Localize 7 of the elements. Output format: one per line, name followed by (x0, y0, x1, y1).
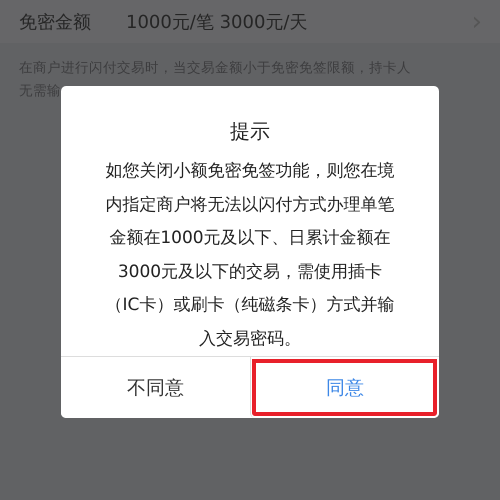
settings-row[interactable]: 免密金额 1000元/笔 3000元/天 › (0, 0, 500, 43)
row-value: 1000元/笔 3000元/天 (126, 10, 308, 34)
dialog-message: 如您关闭小额免密免签功能，则您在境内指定商户将无法以闪付方式办理单笔金额在1000元及以下、日累计金额在3000元及以下的交易，需使用插卡（IC卡）或刷卡（纯磁条卡）方式并输入交易密码。 (105, 160, 395, 350)
chevron-icon: › (472, 6, 482, 36)
agree-button[interactable]: 同意 (250, 357, 439, 418)
dialog-title: 提示 (229, 118, 271, 145)
row-label: 免密金额 (19, 10, 92, 34)
